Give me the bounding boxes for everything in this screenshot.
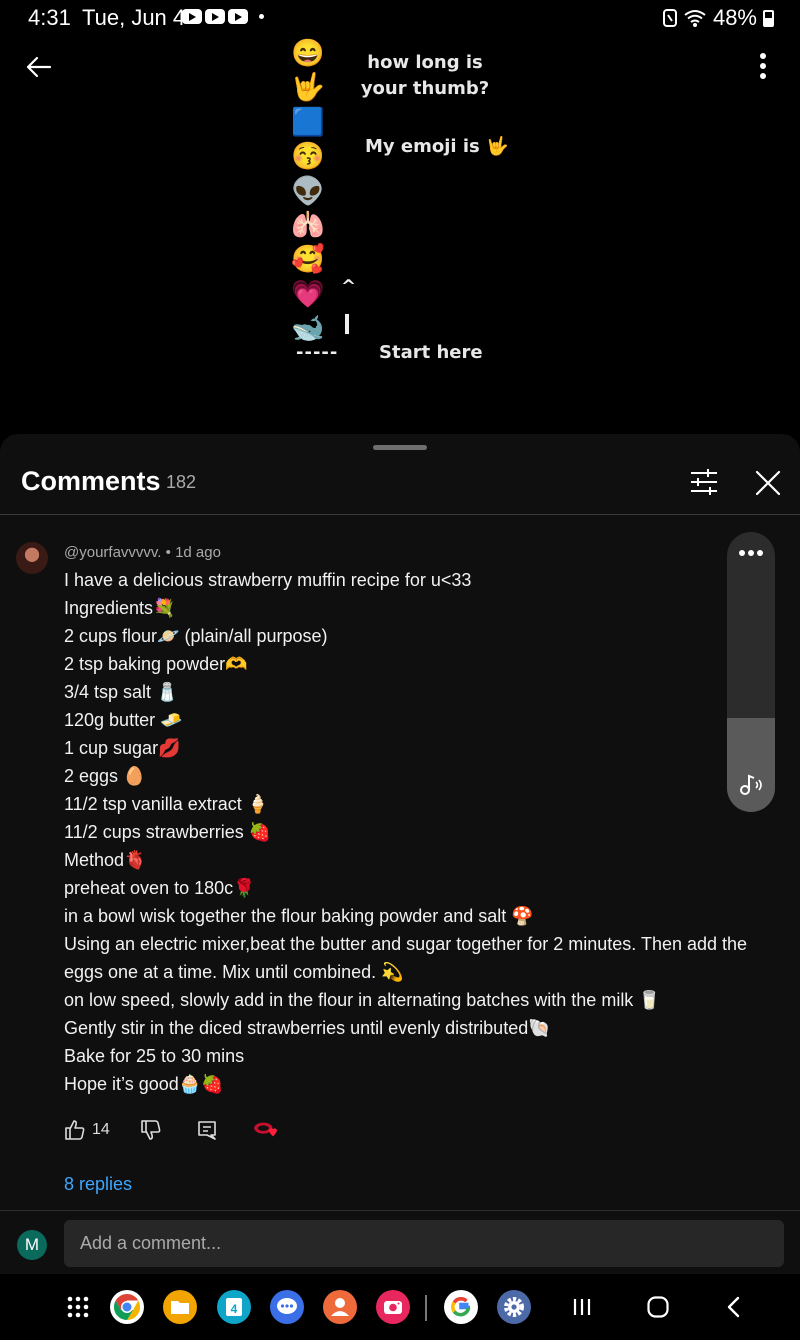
youtube-notification-icon <box>205 9 225 24</box>
status-bar: 4:31 Tue, Jun 4 48% <box>0 0 800 34</box>
add-comment-input[interactable] <box>64 1220 784 1267</box>
comment-line: Gently stir in the diced strawberries un… <box>64 1018 551 1038</box>
wifi-icon <box>684 10 706 27</box>
notification-icons <box>182 9 264 24</box>
youtube-notification-icon <box>228 9 248 24</box>
app-drawer-icon[interactable] <box>60 1289 96 1325</box>
emoji: 🫁 <box>291 209 325 240</box>
comment-line: Ingredients💐 <box>64 598 176 618</box>
comments-title: Comments <box>21 466 161 496</box>
comment-line: Using an electric mixer,beat the butter … <box>64 934 748 982</box>
emoji: 🐋 <box>291 313 325 344</box>
divider <box>0 514 800 515</box>
more-options-icon[interactable] <box>737 544 765 562</box>
comment-line: 120g butter 🧈 <box>64 710 183 730</box>
up-arrow-text: ^ <box>341 276 357 297</box>
dashes-text: ----- <box>296 342 339 363</box>
status-date: Tue, Jun 4 <box>82 5 186 30</box>
start-here-text: Start here <box>379 342 483 363</box>
creator-heart-icon <box>253 1122 277 1137</box>
emoji: 🤟 <box>291 72 325 103</box>
battery-level: 48% <box>712 5 757 30</box>
meta-separator: • <box>165 544 176 561</box>
emoji: 🟦 <box>291 106 325 137</box>
drag-handle[interactable] <box>373 445 427 450</box>
back-arrow-icon[interactable] <box>22 50 56 84</box>
calendar-icon[interactable]: 4 <box>216 1289 252 1325</box>
contacts-icon[interactable] <box>322 1289 358 1325</box>
video-my-emoji-text: My emoji is 🤟 <box>365 136 509 157</box>
comment-line: 11/2 tsp vanilla extract 🍦 <box>64 794 270 814</box>
chrome-icon[interactable] <box>109 1289 145 1325</box>
video-player[interactable]: 😄 🤟 🟦 😚 👽 🫁 🥰 💗 🐋 how long is your thumb… <box>0 34 800 434</box>
settings-icon[interactable] <box>496 1289 532 1325</box>
comment-line: preheat oven to 180c🌹 <box>64 878 256 898</box>
camera-icon[interactable] <box>375 1289 411 1325</box>
comment-author[interactable]: @yourfavvvvv. <box>64 544 161 561</box>
google-icon[interactable] <box>443 1289 479 1325</box>
comment-line: 1 cup sugar💋 <box>64 738 181 758</box>
comment-age: 1d ago <box>175 544 221 561</box>
user-avatar[interactable]: M <box>17 1230 47 1260</box>
nav-separator <box>425 1295 427 1321</box>
status-time: 4:31 <box>28 5 71 30</box>
comment-line: Bake for 25 to 30 mins <box>64 1046 245 1066</box>
youtube-notification-icon <box>182 9 202 24</box>
comment-line: 2 eggs 🥚 <box>64 766 146 786</box>
comment-line: Method🫀 <box>64 850 147 870</box>
reply-icon[interactable] <box>196 1119 218 1141</box>
comment-body: I have a delicious strawberry muffin rec… <box>64 566 764 1098</box>
dislike-icon[interactable] <box>140 1119 162 1141</box>
comment-line: 2 cups flour🪐 (plain/all purpose) <box>64 626 328 646</box>
svg-text:4: 4 <box>231 1302 238 1316</box>
home-icon[interactable] <box>640 1289 676 1325</box>
emoji: 🥰 <box>291 244 325 275</box>
more-notifications-icon <box>259 14 264 19</box>
battery-icon <box>763 9 774 27</box>
filter-icon[interactable] <box>688 467 720 497</box>
comment-line: I have a delicious strawberry muffin rec… <box>64 570 472 590</box>
comment-line: 2 tsp baking powder🫶 <box>64 654 248 674</box>
like-count: 14 <box>92 1121 110 1138</box>
close-icon[interactable] <box>752 467 784 499</box>
add-comment-row: M <box>0 1211 800 1274</box>
status-right: 48% <box>662 5 774 31</box>
emoji: 😄 <box>291 38 325 68</box>
nfc-icon <box>662 9 677 27</box>
emoji-column: 😄 🤟 🟦 😚 👽 🫁 🥰 💗 🐋 <box>288 36 328 346</box>
emoji: 😚 <box>291 141 325 172</box>
recent-apps-icon[interactable] <box>564 1289 600 1325</box>
commenter-avatar[interactable] <box>16 542 48 574</box>
comment-line: Hope it’s good🧁🍓 <box>64 1074 224 1094</box>
back-icon[interactable] <box>716 1289 752 1325</box>
comments-count: 182 <box>166 472 197 492</box>
video-question-text: how long is your thumb? <box>360 52 490 99</box>
comment-line: 3/4 tsp salt 🧂 <box>64 682 179 702</box>
more-options-icon[interactable] <box>758 52 768 80</box>
emoji: 💗 <box>291 278 325 309</box>
messages-icon[interactable] <box>269 1289 305 1325</box>
like-icon[interactable] <box>64 1119 86 1141</box>
comment-line: in a bowl wisk together the flour baking… <box>64 906 534 926</box>
comment-line: 11/2 cups strawberries 🍓 <box>64 822 272 842</box>
comment-line: on low speed, slowly add in the flour in… <box>64 990 661 1010</box>
comment-actions: 14 <box>64 1117 282 1143</box>
floating-controls <box>727 532 775 812</box>
comment-meta: @yourfavvvvv. • 1d ago <box>64 544 221 561</box>
arrow-shaft <box>345 314 349 334</box>
android-nav-bar: 4 <box>0 1274 800 1340</box>
comments-sheet: Comments 182 @yourfavvvvv. • 1d ago I ha… <box>0 434 800 1274</box>
sound-icon[interactable] <box>736 770 766 800</box>
emoji: 👽 <box>291 175 325 206</box>
view-replies-link[interactable]: 8 replies <box>64 1174 132 1195</box>
files-icon[interactable] <box>162 1289 198 1325</box>
